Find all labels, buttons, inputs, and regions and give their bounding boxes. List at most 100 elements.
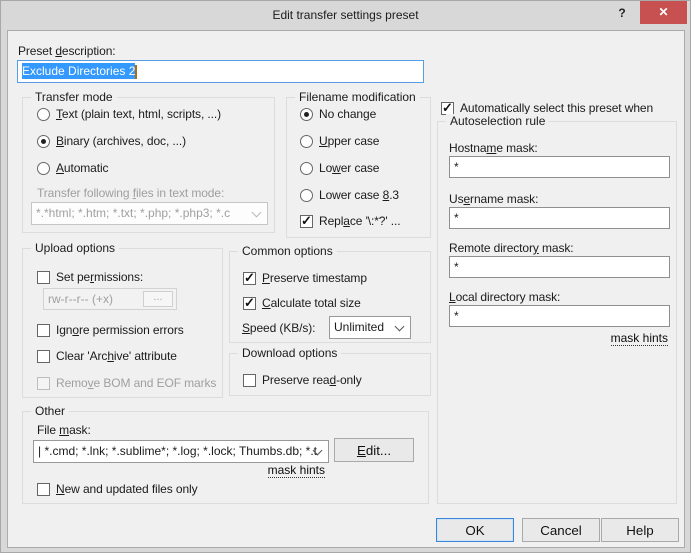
selected-text: Exclude Directories 2 (22, 63, 135, 79)
hostname-mask-label: Hostname mask: (449, 141, 538, 155)
permissions-browse-button: ... (143, 291, 173, 307)
file-mask-value: | *.cmd; *.lnk; *.sublime*; *.log; *.loc… (38, 444, 317, 458)
checkbox-remove-bom: ✓ (37, 377, 50, 390)
radio-transfer-automatic-label: Automatic (56, 161, 108, 175)
checkbox-row-remove-bom: ✓ Remove BOM and EOF marks (37, 375, 216, 391)
username-mask-label: Username mask: (449, 192, 538, 206)
hostname-mask-value: * (454, 160, 459, 174)
checkbox-autoselect-preset-label: Automatically select this preset when (460, 101, 653, 115)
radio-row-lower-case-83: Lower case 8.3 (300, 187, 399, 203)
username-mask-input[interactable]: * (449, 207, 670, 229)
transfer-mode-legend: Transfer mode (31, 90, 117, 104)
radio-row-upper-case: Upper case (300, 133, 379, 149)
checkbox-preserve-timestamp[interactable]: ✓ (243, 272, 256, 285)
radio-lower-case[interactable] (300, 162, 313, 175)
checkbox-remove-bom-label: Remove BOM and EOF marks (56, 376, 216, 390)
radio-transfer-automatic[interactable] (37, 162, 50, 175)
checkmark-icon: ✓ (244, 270, 255, 286)
checkbox-replace-chars-label: Replace '\:*?' ... (319, 214, 401, 228)
checkbox-preserve-readonly[interactable]: ✓ (243, 374, 256, 387)
remote-directory-mask-input[interactable]: * (449, 256, 670, 278)
local-directory-mask-label: Local directory mask: (449, 290, 560, 304)
checkmark-icon: ✓ (244, 295, 255, 311)
chevron-down-icon (252, 208, 262, 218)
radio-no-change[interactable] (300, 108, 313, 121)
text-mode-files-label: Transfer following files in text mode: (37, 186, 224, 200)
preset-description-input[interactable]: Exclude Directories 2 (17, 60, 424, 83)
checkbox-ignore-permission-errors-label: Ignore permission errors (56, 323, 184, 337)
preset-description-label: Preset description: (18, 44, 116, 58)
radio-transfer-text-label: Text (plain text, html, scripts, ...) (56, 107, 221, 121)
permissions-value: rw-r--r-- (+x) (48, 292, 113, 306)
checkbox-replace-chars[interactable]: ✓ (300, 215, 313, 228)
edit-file-mask-button[interactable]: Edit... (334, 438, 414, 462)
autoselection-mask-hints-link[interactable]: mask hints (611, 332, 668, 346)
checkbox-preserve-timestamp-label: Preserve timestamp (262, 271, 367, 285)
radio-row-binary-mode: Binary (archives, doc, ...) (37, 133, 186, 149)
radio-lower-case-83[interactable] (300, 189, 313, 202)
remote-directory-mask-label: Remote directory mask: (449, 241, 574, 255)
checkbox-row-new-updated: ✓ New and updated files only (37, 481, 198, 497)
help-icon[interactable]: ? (612, 6, 632, 24)
checkbox-row-preserve-timestamp: ✓ Preserve timestamp (243, 270, 367, 286)
permissions-input: rw-r--r-- (+x) ... (43, 288, 177, 310)
radio-row-lower-case: Lower case (300, 160, 379, 176)
remote-directory-mask-value: * (454, 260, 459, 274)
help-button[interactable]: Help (601, 518, 679, 542)
close-button[interactable]: ✕ (640, 1, 687, 24)
radio-transfer-binary[interactable] (37, 135, 50, 148)
radio-transfer-binary-label: Binary (archives, doc, ...) (56, 134, 186, 148)
download-options-legend: Download options (238, 346, 341, 360)
username-mask-value: * (454, 211, 459, 225)
file-mask-label: File mask: (37, 423, 91, 437)
checkbox-calculate-total-size[interactable]: ✓ (243, 297, 256, 310)
dialog-title: Edit transfer settings preset (1, 8, 690, 22)
file-mask-combobox[interactable]: | *.cmd; *.lnk; *.sublime*; *.log; *.loc… (33, 440, 329, 463)
checkbox-row-set-permissions: ✓ Set permissions: (37, 269, 143, 285)
other-legend: Other (31, 404, 69, 418)
checkbox-ignore-permission-errors[interactable]: ✓ (37, 324, 50, 337)
speed-value: Unlimited (334, 320, 384, 334)
hostname-mask-input[interactable]: * (449, 156, 670, 178)
ok-button[interactable]: OK (436, 518, 514, 542)
text-caret (135, 65, 137, 79)
text-mode-files-value: *.*html; *.htm; *.txt; *.php; *.php3; *.… (36, 206, 230, 220)
local-directory-mask-input[interactable]: * (449, 305, 670, 327)
radio-upper-case[interactable] (300, 135, 313, 148)
checkbox-row-ignore-permission-errors: ✓ Ignore permission errors (37, 322, 184, 338)
checkbox-row-calculate-total-size: ✓ Calculate total size (243, 295, 361, 311)
filename-modification-legend: Filename modification (295, 90, 420, 104)
checkbox-row-clear-archive: ✓ Clear 'Archive' attribute (37, 348, 177, 364)
radio-row-automatic-mode: Automatic (37, 160, 108, 176)
other-mask-hints-link[interactable]: mask hints (268, 464, 325, 478)
checkbox-row-replace: ✓ Replace '\:*?' ... (300, 213, 401, 229)
cancel-button[interactable]: Cancel (522, 518, 600, 542)
radio-row-text-mode: Text (plain text, html, scripts, ...) (37, 106, 221, 122)
checkbox-calculate-total-size-label: Calculate total size (262, 296, 361, 310)
local-directory-mask-value: * (454, 309, 459, 323)
speed-label: Speed (KB/s): (242, 321, 315, 335)
upload-options-legend: Upload options (31, 241, 119, 255)
text-mode-files-combobox: *.*html; *.htm; *.txt; *.php; *.php3; *.… (31, 202, 268, 225)
checkbox-autoselect-preset[interactable]: ✓ (441, 102, 454, 115)
autoselection-rule-legend: Autoselection rule (446, 114, 549, 128)
radio-lower-case-83-label: Lower case 8.3 (319, 188, 399, 202)
close-icon: ✕ (658, 5, 668, 19)
radio-row-no-change: No change (300, 106, 376, 122)
radio-transfer-text[interactable] (37, 108, 50, 121)
dialog-edit-transfer-settings-preset: Edit transfer settings preset ? ✕ Preset… (0, 0, 691, 553)
checkbox-clear-archive[interactable]: ✓ (37, 350, 50, 363)
checkbox-new-updated-only[interactable]: ✓ (37, 483, 50, 496)
chevron-down-icon (395, 322, 405, 332)
checkmark-icon: ✓ (301, 213, 312, 229)
checkbox-clear-archive-label: Clear 'Archive' attribute (56, 349, 177, 363)
checkbox-set-permissions-label: Set permissions: (56, 270, 143, 284)
radio-no-change-label: No change (319, 107, 376, 121)
radio-lower-case-label: Lower case (319, 161, 379, 175)
checkbox-preserve-readonly-label: Preserve read-only (262, 373, 362, 387)
checkbox-row-preserve-readonly: ✓ Preserve read-only (243, 372, 362, 388)
titlebar[interactable]: Edit transfer settings preset ? ✕ (1, 1, 690, 30)
checkbox-set-permissions[interactable]: ✓ (37, 271, 50, 284)
speed-combobox[interactable]: Unlimited (329, 316, 411, 339)
radio-upper-case-label: Upper case (319, 134, 379, 148)
